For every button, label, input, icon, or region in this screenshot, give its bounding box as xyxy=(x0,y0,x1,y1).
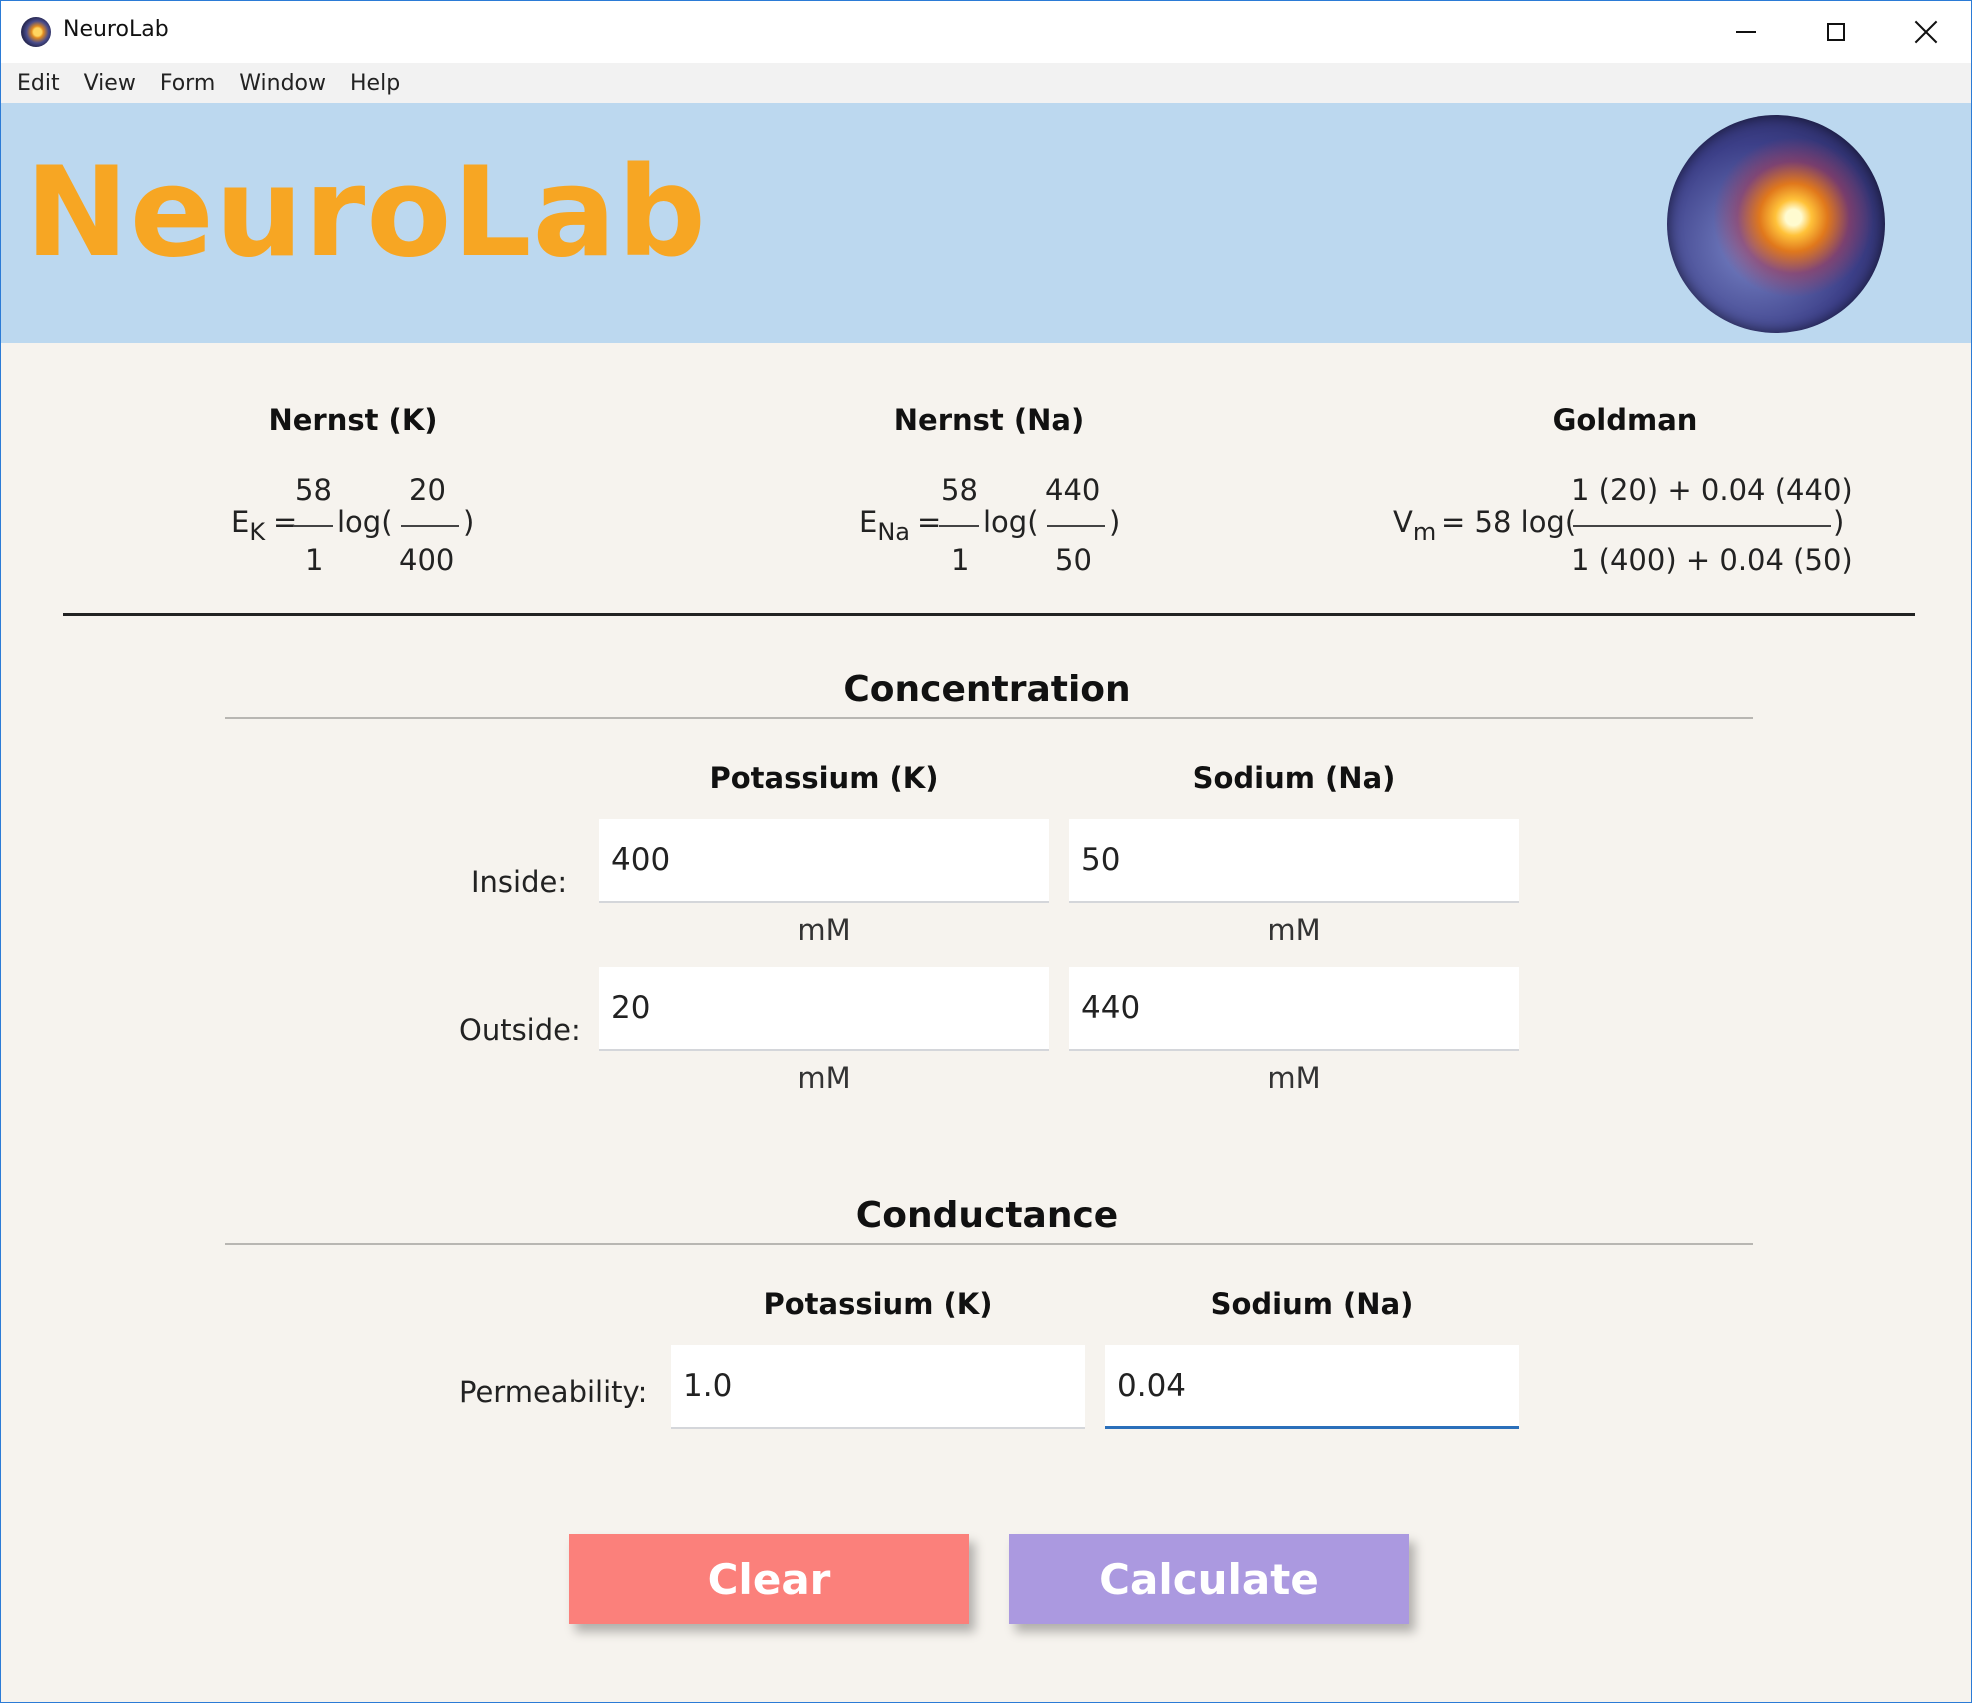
unit-label: mM xyxy=(1267,1061,1321,1095)
menu-form[interactable]: Form xyxy=(160,71,215,96)
outside-label: Outside: xyxy=(459,1013,581,1047)
close-paren: ) xyxy=(1833,505,1845,539)
lhs: ENa xyxy=(859,505,910,546)
denominator: 400 xyxy=(399,543,455,577)
menu-help[interactable]: Help xyxy=(350,71,400,96)
inside-potassium-input[interactable] xyxy=(599,819,1049,903)
conductance-col-potassium: Potassium (K) xyxy=(763,1287,993,1321)
menu-bar: Edit View Form Window Help xyxy=(1,63,1971,103)
unit-label: mM xyxy=(1267,913,1321,947)
conductance-title: Conductance xyxy=(855,1195,1119,1236)
neuron-logo-icon xyxy=(1667,115,1885,333)
fraction-line xyxy=(293,525,333,527)
permeability-potassium-input[interactable] xyxy=(671,1345,1085,1429)
close-icon xyxy=(1914,20,1938,44)
close-button[interactable] xyxy=(1881,1,1971,63)
section-divider xyxy=(225,717,1753,719)
goldman-title: Goldman xyxy=(1552,403,1698,437)
numerator: 20 xyxy=(409,473,446,507)
lhs: EK xyxy=(231,505,266,546)
unit-label: mM xyxy=(797,913,851,947)
calculate-button[interactable]: Calculate xyxy=(1009,1534,1409,1624)
lhs: Vm xyxy=(1393,505,1437,546)
outside-sodium-input[interactable] xyxy=(1069,967,1519,1051)
denominator: 1 xyxy=(305,543,324,577)
equals: = xyxy=(917,505,942,539)
close-paren: ) xyxy=(463,505,475,539)
menu-window[interactable]: Window xyxy=(239,71,326,96)
app-window: NeuroLab Edit View Form Window Help Neur… xyxy=(0,0,1972,1703)
clear-button[interactable]: Clear xyxy=(569,1534,969,1624)
log-function: log( xyxy=(983,505,1039,539)
minimize-icon xyxy=(1736,31,1756,33)
equals: = xyxy=(273,505,298,539)
title-bar: NeuroLab xyxy=(1,1,1971,63)
unit-label: mM xyxy=(797,1061,851,1095)
denominator: 1 (400) + 0.04 (50) xyxy=(1571,543,1853,577)
window-title: NeuroLab xyxy=(63,17,169,42)
inside-label: Inside: xyxy=(471,865,568,899)
menu-view[interactable]: View xyxy=(84,71,136,96)
concentration-col-potassium: Potassium (K) xyxy=(709,761,939,795)
numerator: 1 (20) + 0.04 (440) xyxy=(1571,473,1853,507)
divider xyxy=(63,613,1915,616)
fraction-line xyxy=(1047,525,1105,527)
permeability-label: Permeability: xyxy=(459,1375,648,1409)
numerator: 58 xyxy=(295,473,332,507)
nernst-k-title: Nernst (K) xyxy=(268,403,438,437)
maximize-icon xyxy=(1827,23,1845,41)
permeability-sodium-input[interactable] xyxy=(1105,1345,1519,1429)
menu-edit[interactable]: Edit xyxy=(17,71,60,96)
equals-log: = 58 log( xyxy=(1441,505,1577,539)
maximize-button[interactable] xyxy=(1791,1,1881,63)
log-function: log( xyxy=(337,505,393,539)
outside-potassium-input[interactable] xyxy=(599,967,1049,1051)
nernst-na-title: Nernst (Na) xyxy=(893,403,1085,437)
app-icon xyxy=(21,17,51,47)
concentration-title: Concentration xyxy=(843,669,1131,710)
numerator: 58 xyxy=(941,473,978,507)
section-divider xyxy=(225,1243,1753,1245)
concentration-col-sodium: Sodium (Na) xyxy=(1192,761,1396,795)
denominator: 1 xyxy=(951,543,970,577)
numerator: 440 xyxy=(1045,473,1101,507)
fraction-line xyxy=(401,525,459,527)
fraction-line xyxy=(1573,525,1831,527)
fraction-line xyxy=(939,525,979,527)
conductance-col-sodium: Sodium (Na) xyxy=(1210,1287,1414,1321)
inside-sodium-input[interactable] xyxy=(1069,819,1519,903)
minimize-button[interactable] xyxy=(1701,1,1791,63)
denominator: 50 xyxy=(1055,543,1092,577)
close-paren: ) xyxy=(1109,505,1121,539)
brand-title: NeuroLab xyxy=(25,141,707,285)
